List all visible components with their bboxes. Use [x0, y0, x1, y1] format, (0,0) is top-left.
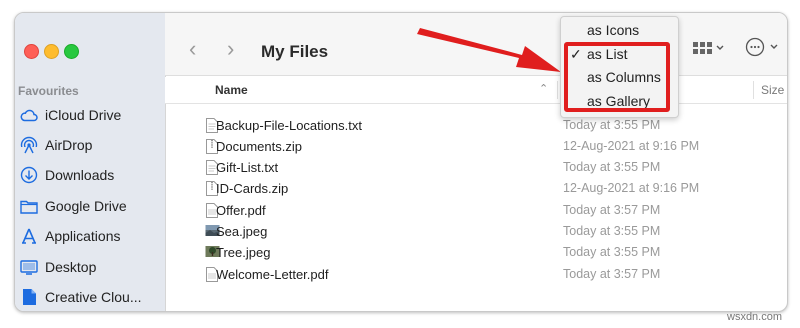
- window-title: My Files: [261, 42, 329, 61]
- file-date: Today at 3:55 PM: [563, 160, 661, 174]
- sidebar-item-google-drive[interactable]: Google Drive: [19, 194, 163, 218]
- desktop-icon: [19, 257, 39, 277]
- file-date: Today at 3:55 PM: [563, 118, 661, 132]
- sidebar-item-airdrop[interactable]: AirDrop: [19, 133, 163, 157]
- file-date: 12-Aug-2021 at 9:16 PM: [563, 181, 700, 195]
- sidebar-item-desktop[interactable]: Desktop: [19, 255, 163, 279]
- sidebar-item-label: Applications: [45, 228, 121, 244]
- file-date: Today at 3:57 PM: [563, 267, 661, 281]
- file-name: Documents.zip: [216, 139, 302, 154]
- sidebar-item-label: Downloads: [45, 167, 115, 183]
- file-row[interactable]: Sea.jpeg Today at 3:55 PM: [165, 221, 787, 242]
- file-name: Offer.pdf: [216, 203, 266, 218]
- file-row[interactable]: Gift-List.txt Today at 3:55 PM: [165, 157, 787, 178]
- sidebar-item-label: iCloud Drive: [45, 107, 122, 123]
- sidebar-item-label: Creative Clou...: [45, 289, 142, 305]
- file-name: Backup-File-Locations.txt: [216, 118, 362, 133]
- close-window-button[interactable]: [24, 44, 39, 59]
- folder-icon: [19, 196, 39, 216]
- sidebar-item-downloads[interactable]: Downloads: [19, 163, 163, 187]
- zoom-window-button[interactable]: [64, 44, 79, 59]
- column-header-size[interactable]: Size: [761, 83, 784, 97]
- chevron-up-icon[interactable]: ⌃: [539, 82, 548, 95]
- sidebar: Favourites iCloud Drive AirDrop Download…: [15, 13, 166, 311]
- file-row[interactable]: Offer.pdf Today at 3:57 PM: [165, 200, 787, 221]
- red-highlight-box: [564, 42, 670, 112]
- column-header-name[interactable]: Name: [215, 83, 248, 97]
- sidebar-item-creative-cloud[interactable]: Creative Clou...: [19, 285, 163, 309]
- column-header-row: Name ⌃ Size: [165, 77, 787, 104]
- file-name: ID-Cards.zip: [216, 181, 289, 196]
- column-divider[interactable]: [753, 81, 754, 99]
- document-icon: [19, 287, 39, 307]
- file-name: Welcome-Letter.pdf: [216, 267, 329, 282]
- file-date: Today at 3:55 PM: [563, 245, 661, 259]
- sidebar-heading-favourites: Favourites: [18, 84, 79, 98]
- sidebar-item-label: AirDrop: [45, 137, 93, 153]
- airdrop-icon: [19, 135, 39, 155]
- file-row[interactable]: Documents.zip 12-Aug-2021 at 9:16 PM: [165, 136, 787, 157]
- sidebar-item-icloud-drive[interactable]: iCloud Drive: [19, 103, 163, 127]
- grid-view-icon[interactable]: [693, 41, 725, 58]
- file-date: Today at 3:55 PM: [563, 224, 661, 238]
- applications-icon: [19, 226, 39, 246]
- minimize-window-button[interactable]: [44, 44, 59, 59]
- menu-item-as-icons[interactable]: as Icons: [561, 20, 678, 42]
- file-name: Gift-List.txt: [216, 160, 279, 175]
- column-divider[interactable]: [557, 81, 558, 99]
- watermark: wsxdn.com: [727, 311, 783, 323]
- file-name: Sea.jpeg: [216, 224, 268, 239]
- download-icon: [19, 165, 39, 185]
- ellipsis-circle-icon[interactable]: [745, 37, 783, 61]
- file-row[interactable]: Tree.jpeg Today at 3:55 PM: [165, 242, 787, 263]
- chevron-right-icon[interactable]: ›: [227, 38, 234, 60]
- file-date: Today at 3:57 PM: [563, 203, 661, 217]
- file-row[interactable]: Backup-File-Locations.txt Today at 3:55 …: [165, 115, 787, 136]
- file-row[interactable]: ID-Cards.zip 12-Aug-2021 at 9:16 PM: [165, 178, 787, 199]
- sidebar-item-label: Google Drive: [45, 198, 127, 214]
- sidebar-item-applications[interactable]: Applications: [19, 224, 163, 248]
- file-date: 12-Aug-2021 at 9:16 PM: [563, 139, 700, 153]
- red-arrow-annotation: [417, 28, 561, 72]
- file-row[interactable]: Welcome-Letter.pdf Today at 3:57 PM: [165, 264, 787, 285]
- chevron-left-icon[interactable]: ‹: [189, 38, 196, 60]
- cloud-icon: [19, 105, 39, 125]
- file-name: Tree.jpeg: [216, 245, 271, 260]
- sidebar-item-label: Desktop: [45, 259, 97, 275]
